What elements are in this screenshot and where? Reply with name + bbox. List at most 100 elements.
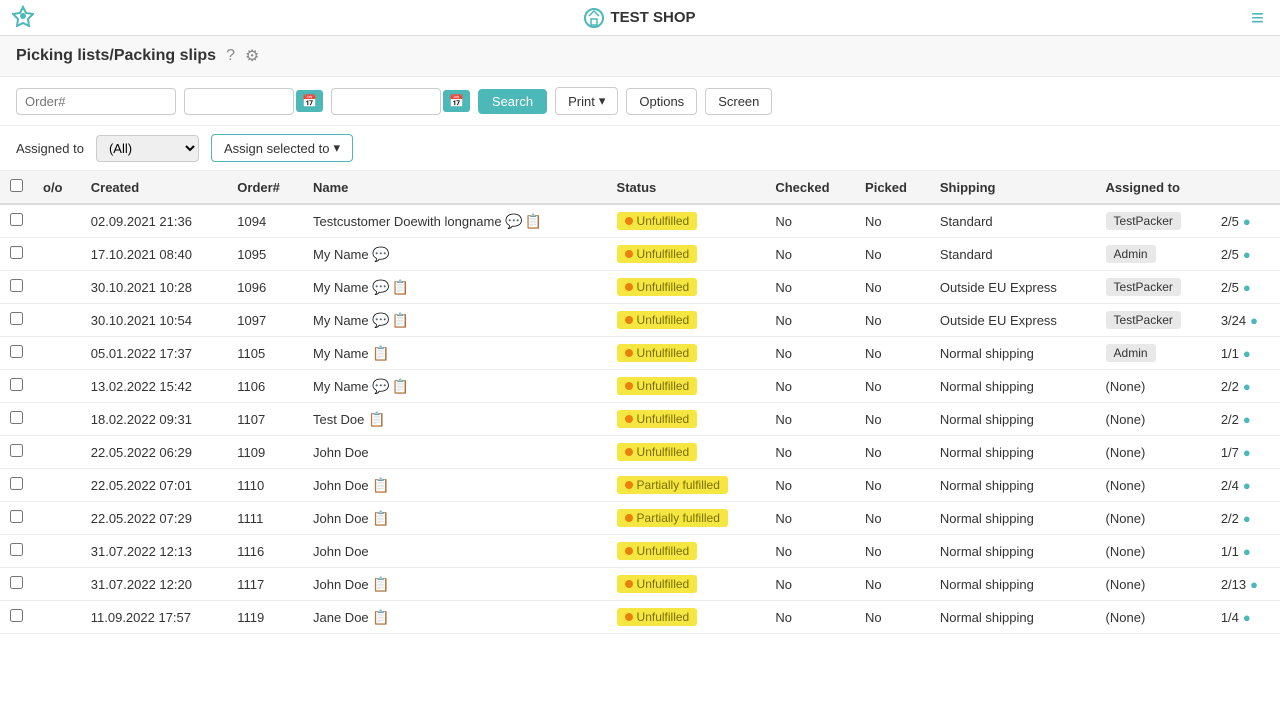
row-checkbox[interactable] — [10, 213, 23, 226]
row-checkbox[interactable] — [10, 543, 23, 556]
select-all-header[interactable] — [0, 171, 33, 204]
row-created: 30.10.2021 10:28 — [81, 271, 228, 304]
document-icon[interactable]: 📋 — [525, 213, 542, 229]
row-checkbox[interactable] — [10, 609, 23, 622]
date-from-input[interactable]: 10.08.2021 — [184, 88, 294, 115]
row-checkbox-cell[interactable] — [0, 502, 33, 535]
row-checkbox[interactable] — [10, 312, 23, 325]
eye-icon[interactable]: ● — [1250, 577, 1258, 592]
eye-icon[interactable]: ● — [1243, 544, 1251, 559]
row-checkbox[interactable] — [10, 279, 23, 292]
row-count: 2/2 ● — [1211, 502, 1280, 535]
table-row: 22.05.2022 07:29 1111 John Doe 📋 Partial… — [0, 502, 1280, 535]
row-checkbox-cell[interactable] — [0, 304, 33, 337]
row-status: Unfulfilled — [607, 204, 766, 238]
row-checkbox-cell[interactable] — [0, 204, 33, 238]
eye-icon[interactable]: ● — [1243, 247, 1251, 262]
header-created: Created — [81, 171, 228, 204]
eye-icon[interactable]: ● — [1243, 280, 1251, 295]
row-checkbox[interactable] — [10, 444, 23, 457]
status-badge: Unfulfilled — [617, 410, 698, 428]
row-created: 13.02.2022 15:42 — [81, 370, 228, 403]
help-button[interactable]: ? — [226, 47, 235, 65]
row-checkbox-cell[interactable] — [0, 238, 33, 271]
row-checkbox-cell[interactable] — [0, 436, 33, 469]
count-value: 2/2 — [1221, 379, 1239, 394]
row-oo — [33, 304, 81, 337]
document-icon[interactable]: 📋 — [372, 345, 389, 361]
row-checkbox-cell[interactable] — [0, 337, 33, 370]
eye-icon[interactable]: ● — [1243, 412, 1251, 427]
row-checkbox[interactable] — [10, 576, 23, 589]
customer-name: My Name — [313, 313, 369, 328]
eye-icon[interactable]: ● — [1243, 379, 1251, 394]
assignee-badge: Admin — [1106, 344, 1156, 362]
date-to-calendar-button[interactable]: 📅 — [443, 90, 470, 112]
document-icon[interactable]: 📋 — [372, 510, 389, 526]
message-icon[interactable]: 💬 — [372, 312, 389, 328]
row-checkbox[interactable] — [10, 246, 23, 259]
row-checkbox[interactable] — [10, 477, 23, 490]
date-to-input[interactable]: 05.10.2022 — [331, 88, 441, 115]
hamburger-icon[interactable]: ≡ — [1251, 5, 1264, 30]
message-icon[interactable]: 💬 — [505, 213, 522, 229]
eye-icon[interactable]: ● — [1243, 346, 1251, 361]
settings-button[interactable]: ⚙ — [245, 46, 259, 66]
assign-selected-button[interactable]: Assign selected to ▾ — [211, 134, 353, 162]
row-assignee: TestPacker — [1096, 204, 1211, 238]
message-icon[interactable]: 💬 — [372, 378, 389, 394]
row-order: 1110 — [227, 469, 303, 502]
row-checkbox-cell[interactable] — [0, 568, 33, 601]
app-title: TEST SHOP — [610, 9, 695, 26]
count-value: 2/2 — [1221, 511, 1239, 526]
message-icon[interactable]: 💬 — [372, 246, 389, 262]
row-picked: No — [855, 271, 930, 304]
print-button[interactable]: Print ▾ — [555, 87, 618, 115]
options-button[interactable]: Options — [626, 88, 697, 115]
order-search-input[interactable] — [16, 88, 176, 115]
eye-icon[interactable]: ● — [1250, 313, 1258, 328]
hamburger-menu[interactable]: ≡ — [1251, 5, 1264, 31]
row-checkbox[interactable] — [10, 510, 23, 523]
message-icon[interactable]: 💬 — [372, 279, 389, 295]
eye-icon[interactable]: ● — [1243, 610, 1251, 625]
row-checkbox[interactable] — [10, 378, 23, 391]
date-from-calendar-button[interactable]: 📅 — [296, 90, 323, 112]
assigned-to-select[interactable]: (All)AdminTestPacker — [96, 135, 199, 162]
row-checkbox[interactable] — [10, 345, 23, 358]
row-checkbox[interactable] — [10, 411, 23, 424]
assignee-none: (None) — [1106, 610, 1146, 625]
search-button[interactable]: Search — [478, 89, 547, 114]
row-checkbox-cell[interactable] — [0, 271, 33, 304]
row-checkbox-cell[interactable] — [0, 601, 33, 634]
status-badge: Unfulfilled — [617, 245, 698, 263]
document-icon[interactable]: 📋 — [372, 477, 389, 493]
row-status: Unfulfilled — [607, 568, 766, 601]
document-icon[interactable]: 📋 — [368, 411, 385, 427]
row-checkbox-cell[interactable] — [0, 469, 33, 502]
document-icon[interactable]: 📋 — [392, 279, 409, 295]
row-oo — [33, 403, 81, 436]
document-icon[interactable]: 📋 — [392, 312, 409, 328]
row-assignee: TestPacker — [1096, 271, 1211, 304]
eye-icon[interactable]: ● — [1243, 445, 1251, 460]
table-row: 11.09.2022 17:57 1119 Jane Doe 📋 Unfulfi… — [0, 601, 1280, 634]
row-checked: No — [765, 271, 855, 304]
status-dot — [625, 448, 633, 456]
screen-button[interactable]: Screen — [705, 88, 772, 115]
row-checkbox-cell[interactable] — [0, 535, 33, 568]
select-all-checkbox[interactable] — [10, 179, 23, 192]
status-dot — [625, 283, 633, 291]
eye-icon[interactable]: ● — [1243, 511, 1251, 526]
status-badge: Unfulfilled — [617, 311, 698, 329]
table-header-row: o/o Created Order# Name Status Checked P… — [0, 171, 1280, 204]
row-checkbox-cell[interactable] — [0, 370, 33, 403]
row-checkbox-cell[interactable] — [0, 403, 33, 436]
eye-icon[interactable]: ● — [1243, 478, 1251, 493]
eye-icon[interactable]: ● — [1243, 214, 1251, 229]
document-icon[interactable]: 📋 — [372, 609, 389, 625]
document-icon[interactable]: 📋 — [392, 378, 409, 394]
row-count: 2/5 ● — [1211, 204, 1280, 238]
row-name: My Name 💬📋 — [303, 370, 607, 403]
document-icon[interactable]: 📋 — [372, 576, 389, 592]
